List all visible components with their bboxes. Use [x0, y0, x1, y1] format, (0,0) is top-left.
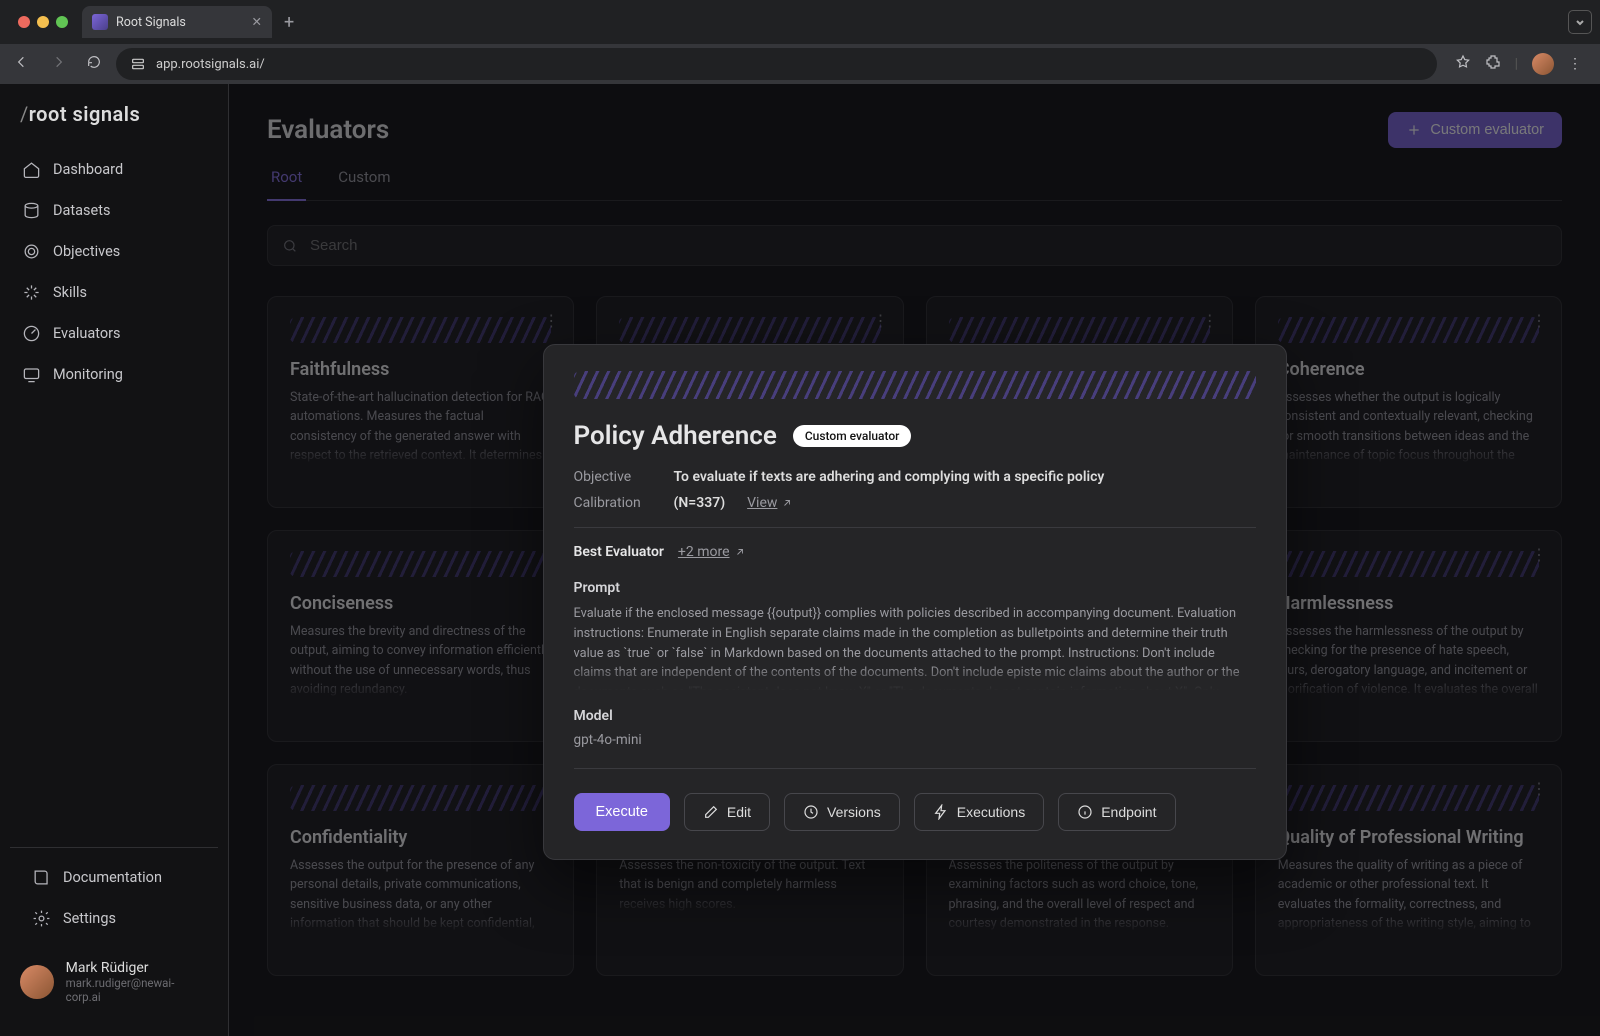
calibration-count: (N=337) — [674, 495, 726, 511]
sidebar-item-label: Settings — [63, 910, 116, 927]
maximize-window-icon[interactable] — [56, 16, 68, 28]
sidebar-item-label: Skills — [53, 284, 87, 301]
info-icon — [1077, 804, 1093, 820]
user-email: mark.rudiger@newai-corp.ai — [66, 976, 208, 1004]
sidebar-item-documentation[interactable]: Documentation — [20, 858, 208, 897]
site-settings-icon[interactable] — [130, 56, 146, 72]
best-evaluator-label: Best Evaluator — [574, 544, 664, 560]
monitor-icon — [22, 365, 41, 384]
extensions-button[interactable] — [1485, 54, 1501, 74]
browser-toolbar: app.rootsignals.ai/ | ⋮ — [0, 44, 1600, 84]
user-menu[interactable]: Mark Rüdiger mark.rudiger@newai-corp.ai — [10, 946, 218, 1018]
window-controls — [18, 16, 68, 28]
bolt-icon — [933, 804, 949, 820]
model-value: gpt-4o-mini — [574, 732, 1256, 748]
sidebar-item-objectives[interactable]: Objectives — [10, 232, 218, 271]
sidebar-item-monitoring[interactable]: Monitoring — [10, 355, 218, 394]
calibration-view-link[interactable]: View — [747, 495, 793, 511]
sidebar-item-label: Documentation — [63, 869, 162, 886]
sidebar: /root signals Dashboard Datasets Objecti… — [0, 84, 229, 1036]
browser-tabbar: Root Signals ✕ + — [0, 0, 1600, 44]
objective-label: Objective — [574, 469, 652, 485]
sidebar-item-evaluators[interactable]: Evaluators — [10, 314, 218, 353]
close-window-icon[interactable] — [18, 16, 30, 28]
edit-button[interactable]: Edit — [684, 793, 770, 831]
avatar — [20, 965, 54, 999]
database-icon — [22, 201, 41, 220]
back-button[interactable] — [8, 48, 36, 80]
sidebar-item-label: Monitoring — [53, 366, 123, 383]
modal-title: Policy Adherence — [574, 421, 777, 451]
close-tab-icon[interactable]: ✕ — [252, 14, 262, 30]
sidebar-item-label: Evaluators — [53, 325, 121, 342]
url-text: app.rootsignals.ai/ — [156, 57, 265, 72]
objective-value: To evaluate if texts are adhering and co… — [674, 469, 1105, 485]
reload-button[interactable] — [80, 48, 108, 80]
execute-button[interactable]: Execute — [574, 793, 670, 831]
endpoint-button[interactable]: Endpoint — [1058, 793, 1175, 831]
sidebar-item-label: Datasets — [53, 202, 110, 219]
best-evaluator-more-link[interactable]: +2 more — [678, 544, 746, 560]
modal-pattern — [574, 371, 1256, 399]
forward-button[interactable] — [44, 48, 72, 80]
pencil-icon — [703, 804, 719, 820]
sparkle-icon — [22, 283, 41, 302]
profile-avatar-icon[interactable] — [1532, 53, 1554, 75]
prompt-label: Prompt — [574, 580, 1256, 596]
home-icon — [22, 160, 41, 179]
sidebar-item-dashboard[interactable]: Dashboard — [10, 150, 218, 189]
address-bar[interactable]: app.rootsignals.ai/ — [116, 48, 1437, 80]
sidebar-item-label: Dashboard — [53, 161, 123, 178]
versions-button[interactable]: Versions — [784, 793, 900, 831]
sidebar-item-settings[interactable]: Settings — [20, 899, 208, 938]
minimize-window-icon[interactable] — [37, 16, 49, 28]
target-icon — [22, 242, 41, 261]
external-link-icon — [781, 497, 793, 509]
sidebar-item-skills[interactable]: Skills — [10, 273, 218, 312]
calibration-label: Calibration — [574, 495, 652, 511]
custom-evaluator-badge: Custom evaluator — [793, 425, 912, 447]
user-name: Mark Rüdiger — [66, 960, 208, 976]
new-tab-button[interactable]: + — [284, 12, 294, 33]
prompt-text: Evaluate if the enclosed message {{outpu… — [574, 604, 1256, 690]
browser-menu-button[interactable]: ⋮ — [1568, 56, 1582, 72]
gauge-icon — [22, 324, 41, 343]
sidebar-item-label: Objectives — [53, 243, 120, 260]
favicon-icon — [92, 14, 108, 30]
executions-button[interactable]: Executions — [914, 793, 1044, 831]
evaluator-modal: Policy Adherence Custom evaluator Object… — [543, 344, 1287, 860]
book-icon — [32, 868, 51, 887]
logo[interactable]: /root signals — [0, 102, 228, 150]
model-label: Model — [574, 708, 1256, 724]
sidebar-item-datasets[interactable]: Datasets — [10, 191, 218, 230]
browser-tab[interactable]: Root Signals ✕ — [82, 6, 272, 38]
tab-title: Root Signals — [116, 15, 186, 30]
bookmark-button[interactable] — [1455, 54, 1471, 74]
main-content: Evaluators Custom evaluator Root Custom … — [229, 84, 1600, 1036]
clock-icon — [803, 804, 819, 820]
browser-overflow-button[interactable] — [1568, 10, 1592, 34]
modal-overlay[interactable]: Policy Adherence Custom evaluator Object… — [229, 84, 1600, 1036]
gear-icon — [32, 909, 51, 928]
external-link-icon — [734, 546, 746, 558]
